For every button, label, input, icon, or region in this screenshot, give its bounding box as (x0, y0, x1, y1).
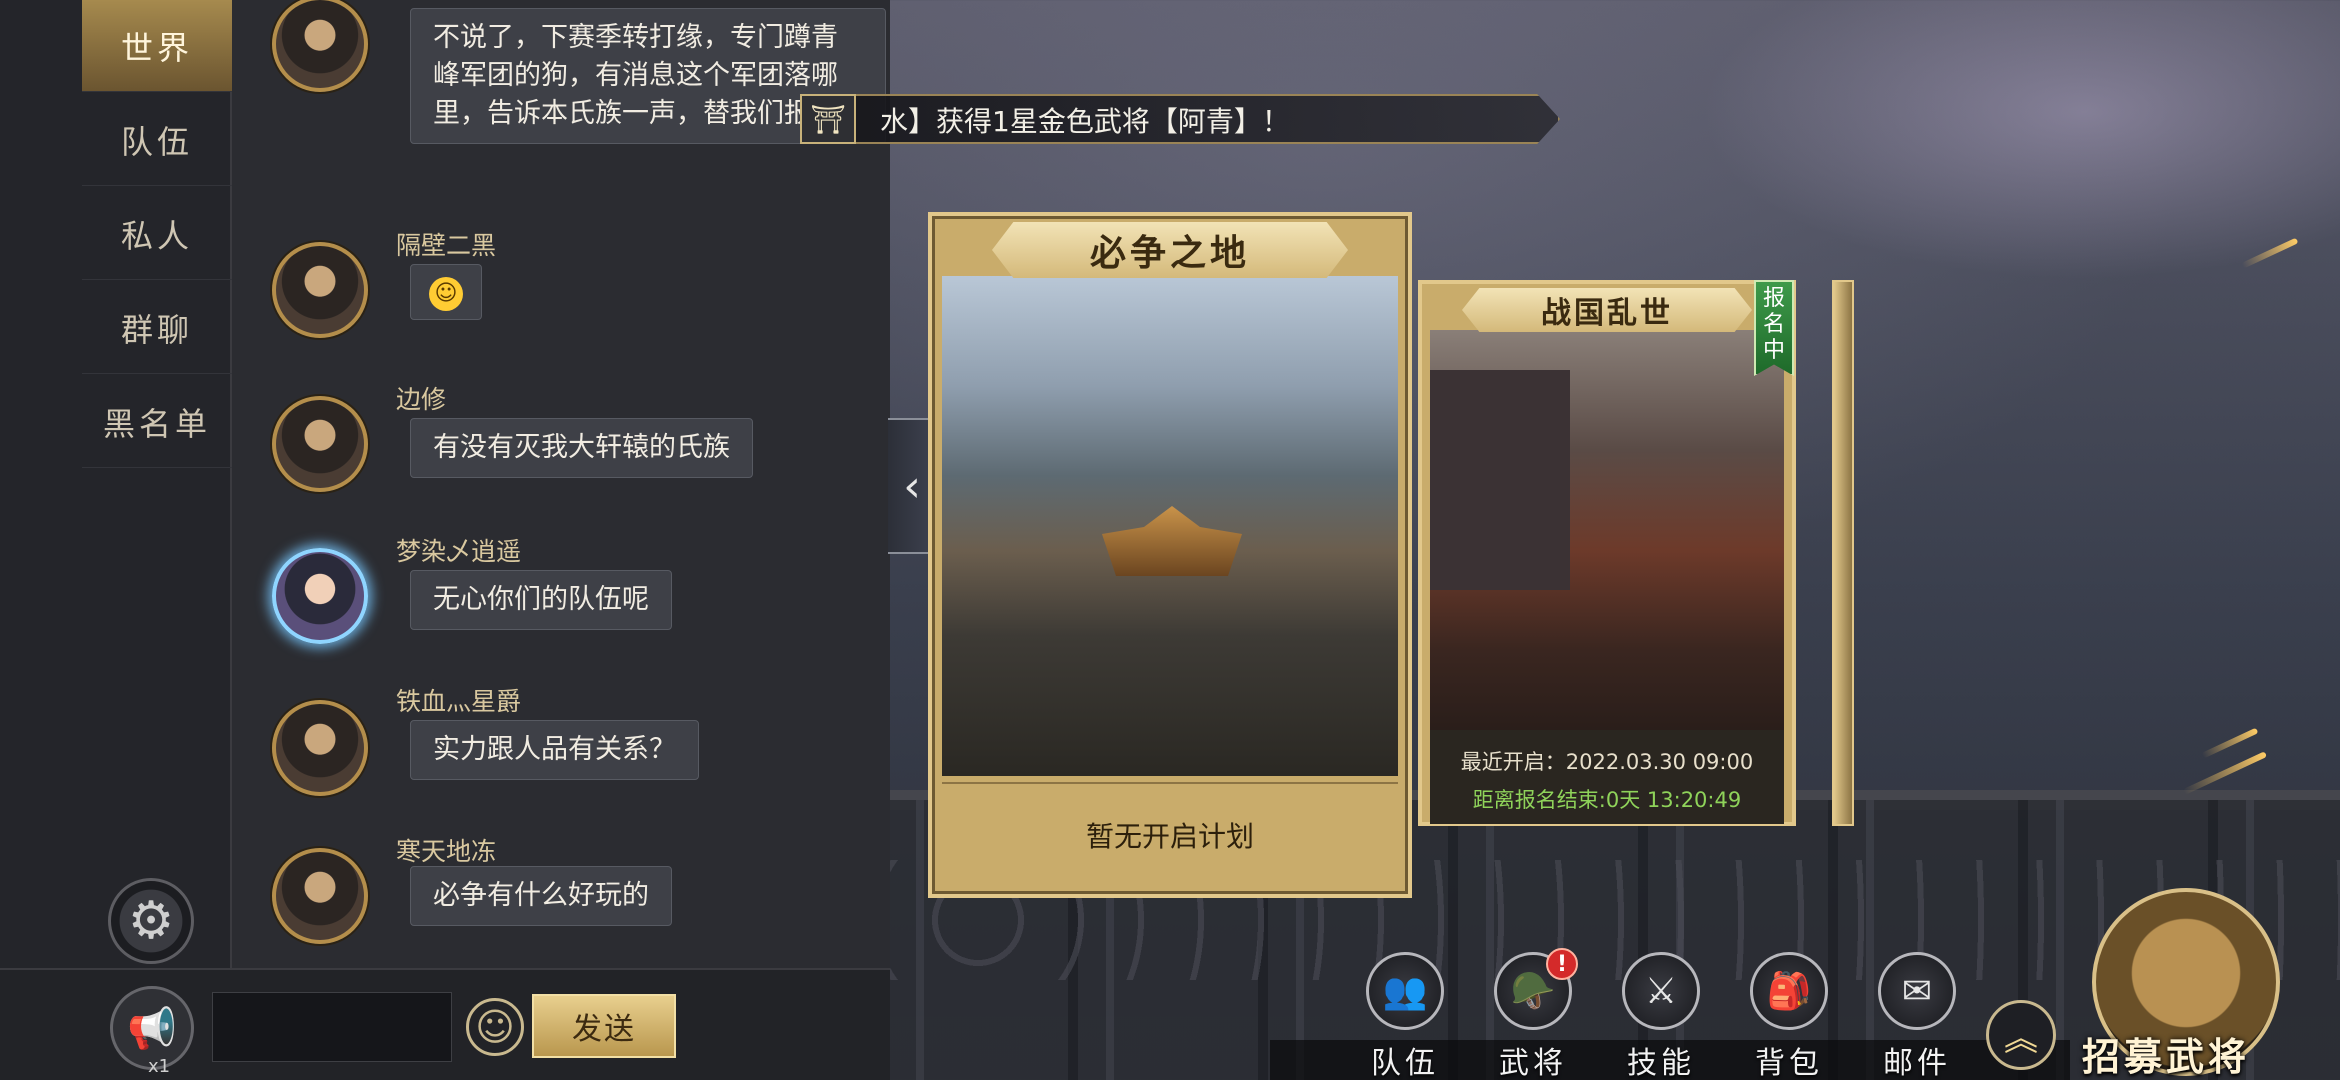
mode-card-secondary[interactable]: 战国乱世 最近开启：2022.03.30 09:00 距离报名结束:0天 13:… (1418, 280, 1796, 826)
nav-mail[interactable]: ✉ 邮件 (1872, 952, 1962, 1080)
broadcast-text: 水】获得1星金色武将【阿青】！ (880, 105, 1290, 138)
username[interactable]: 铁血灬星爵 (396, 682, 521, 718)
mode-card-main[interactable]: 必争之地 暂无开启计划 (928, 212, 1412, 898)
mode-card-status: 暂无开启计划 (942, 782, 1398, 886)
registration-badge: 报名中 (1754, 280, 1794, 376)
message-text: 必争有什么好玩的 (410, 866, 672, 926)
emoji-button[interactable]: ☺ (466, 998, 524, 1056)
nav-label: 背包 (1755, 1046, 1823, 1080)
mode-card-art (1430, 330, 1784, 730)
username[interactable]: 梦染乄逍遥 (396, 532, 521, 568)
tab-private[interactable]: 私人 (82, 188, 232, 280)
avatar[interactable] (272, 396, 368, 492)
avatar[interactable] (272, 242, 368, 338)
message-text: ☺ (410, 264, 482, 320)
loudspeaker-count: x1 (148, 1056, 171, 1077)
nav-skills[interactable]: ⚔ 技能 (1616, 952, 1706, 1080)
avatar[interactable] (272, 848, 368, 944)
smile-icon: ☺ (475, 1005, 515, 1049)
chat-message-list[interactable]: 不说了，下赛季转打缘，专门蹲青峰军团的狗，有消息这个军团落哪里，告诉本氏族一声，… (232, 0, 890, 968)
nav-label: 技能 (1627, 1046, 1695, 1080)
mode-card-info: 最近开启：2022.03.30 09:00 距离报名结束:0天 13:20:49 (1430, 730, 1784, 824)
tab-blacklist[interactable]: 黑名单 (82, 376, 232, 468)
avatar[interactable] (272, 700, 368, 796)
mode-card-next-edge[interactable] (1832, 280, 1854, 826)
registration-countdown: 距离报名结束:0天 13:20:49 (1472, 788, 1742, 812)
recent-open-time: 最近开启：2022.03.30 09:00 (1460, 750, 1754, 774)
chat-settings-button[interactable]: ⚙ (108, 878, 194, 964)
chat-channel-tabs: 世界 队伍 私人 群聊 黑名单 ⚙ (0, 0, 232, 968)
skill-icon: ⚔ (1622, 952, 1700, 1030)
message-text: 无心你们的队伍呢 (410, 570, 672, 630)
smile-emoji-icon: ☺ (429, 277, 463, 311)
alert-badge: ! (1546, 948, 1578, 980)
username[interactable]: 边修 (396, 380, 446, 416)
chat-input[interactable] (212, 992, 452, 1062)
ember-effect (2201, 727, 2259, 759)
nav-label: 队伍 (1371, 1046, 1439, 1080)
nav-bag[interactable]: 🎒 背包 (1744, 952, 1834, 1080)
mode-card-title: 战国乱世 (1462, 288, 1752, 332)
ember-effect (2182, 751, 2268, 795)
mode-card-title: 必争之地 (992, 222, 1348, 278)
nav-label: 邮件 (1883, 1046, 1951, 1080)
chevron-left-icon: ‹ (903, 460, 921, 512)
scroll-icon: ⛩ (800, 94, 856, 144)
tab-world[interactable]: 世界 (82, 0, 232, 92)
bag-icon: 🎒 (1750, 952, 1828, 1030)
mail-icon: ✉ (1878, 952, 1956, 1030)
send-button[interactable]: 发送 (532, 994, 676, 1058)
chevron-up-icon: ︽ (2004, 1018, 2038, 1059)
megaphone-icon: 📢 (127, 1005, 177, 1052)
tab-team[interactable]: 队伍 (82, 94, 232, 186)
message-text: 有没有灭我大轩辕的氏族 (410, 418, 753, 478)
chat-input-bar: 📢 x1 ☺ 发送 (0, 968, 890, 1080)
mode-card-art (942, 276, 1398, 776)
username[interactable]: 隔壁二黑 (396, 226, 496, 262)
tab-group-chat[interactable]: 群聊 (82, 282, 232, 374)
avatar[interactable] (272, 548, 368, 644)
gear-icon: ⚙ (127, 891, 175, 951)
nav-label: 武将 (1499, 1046, 1567, 1080)
avatar[interactable] (272, 0, 368, 92)
background-cloud (1700, 0, 2340, 280)
nav-team[interactable]: 👥 队伍 (1360, 952, 1450, 1080)
recruit-label: 招募武将 (2082, 1035, 2251, 1079)
username[interactable]: 寒天地冻 (396, 832, 496, 868)
message-text: 实力跟人品有关系？ (410, 720, 699, 780)
team-icon: 👥 (1366, 952, 1444, 1030)
expand-menu-button[interactable]: ︽ (1986, 1000, 2056, 1070)
